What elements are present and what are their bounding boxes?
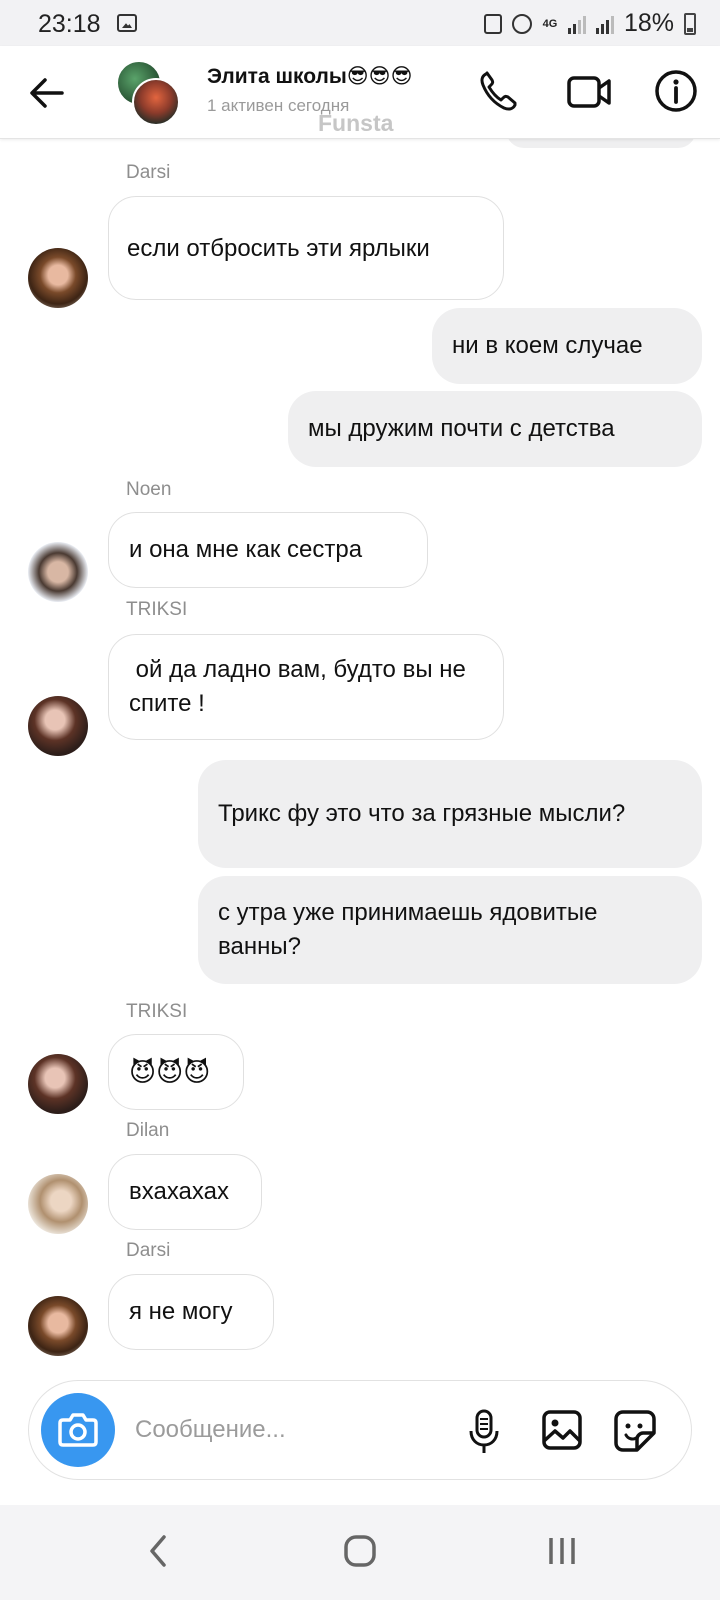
status-icons: 4G 18% <box>483 9 696 38</box>
group-avatar[interactable] <box>114 60 180 126</box>
message-bubble-outgoing[interactable]: мы дружим почти с детства <box>288 391 702 467</box>
chat-title[interactable]: Элита школы😎😎😎 <box>207 64 412 89</box>
message-input[interactable] <box>133 1409 367 1451</box>
avatar-dilan[interactable] <box>28 1174 88 1234</box>
status-time: 23:18 <box>38 10 101 38</box>
message-bubble-outgoing[interactable]: с утра уже принимаешь ядовитые ванны? <box>198 876 702 984</box>
avatar-darsi[interactable] <box>28 248 88 308</box>
group-avatar-photo-2 <box>132 78 180 126</box>
info-icon[interactable] <box>654 69 698 113</box>
gallery-notification-icon <box>117 14 137 32</box>
avatar-triksi[interactable] <box>28 696 88 756</box>
message-bubble-incoming[interactable]: ой да ладно вам, будто вы не спите ! <box>108 634 504 740</box>
status-bar: 23:18 4G 18% <box>0 0 720 46</box>
watermark: Funsta <box>318 110 394 136</box>
sender-name: Dilan <box>126 1120 170 1141</box>
message-bubble-outgoing[interactable]: ни в коем случае <box>432 308 702 384</box>
battery-icon <box>684 12 696 35</box>
avatar-darsi[interactable] <box>28 1296 88 1356</box>
message-bubble-incoming[interactable]: если отбросить эти ярлыки <box>108 196 504 300</box>
message-list[interactable]: Darsi если отбросить эти ярлыки ни в кое… <box>0 138 720 1360</box>
message-composer <box>28 1380 692 1480</box>
sender-name: TRIKSI <box>126 1001 188 1022</box>
message-bubble-outgoing[interactable]: Трикс фу это что за грязные мысли? <box>198 760 702 868</box>
sender-name: Darsi <box>126 1240 171 1261</box>
partial-message-bubble <box>506 138 696 148</box>
avatar-noen[interactable] <box>28 542 88 602</box>
camera-icon <box>58 1413 98 1447</box>
sender-name: Darsi <box>126 162 171 183</box>
video-call-icon[interactable] <box>566 72 612 112</box>
back-arrow-icon[interactable] <box>28 74 66 112</box>
battery-percent: 18% <box>623 9 674 37</box>
signal-icon-2 <box>595 14 614 34</box>
message-bubble-incoming[interactable]: 😈😈😈 <box>108 1034 244 1110</box>
system-navigation-bar <box>0 1505 720 1600</box>
sender-name: Noen <box>126 479 172 500</box>
sender-name: TRIKSI <box>126 599 188 620</box>
phone-icon[interactable] <box>478 70 518 112</box>
gallery-icon[interactable] <box>541 1409 583 1451</box>
message-bubble-incoming[interactable]: я не могу <box>108 1274 274 1350</box>
camera-button[interactable] <box>41 1393 115 1467</box>
message-bubble-incoming[interactable]: и она мне как сестра <box>108 512 428 588</box>
avatar-triksi[interactable] <box>28 1054 88 1114</box>
nav-recents-icon[interactable] <box>546 1533 578 1569</box>
nav-home-icon[interactable] <box>342 1533 378 1569</box>
microphone-icon[interactable] <box>467 1409 501 1455</box>
nav-back-icon[interactable] <box>146 1533 170 1569</box>
chat-header: Элита школы😎😎😎 1 активен сегодня Funsta <box>0 46 720 139</box>
alarm-icon <box>511 13 532 34</box>
security-icon <box>483 13 502 34</box>
network-type: 4G <box>542 17 558 30</box>
sticker-icon[interactable] <box>613 1409 657 1453</box>
message-bubble-incoming[interactable]: вхахахах <box>108 1154 262 1230</box>
signal-icon <box>567 14 586 34</box>
